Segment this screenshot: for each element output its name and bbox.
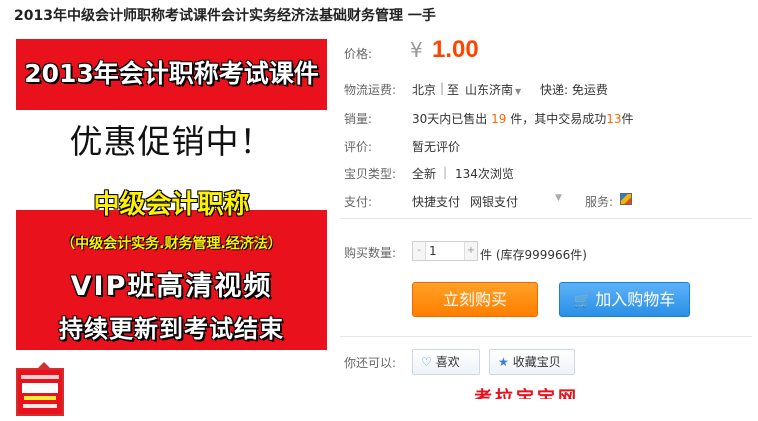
rating-label: 评价: [344, 140, 373, 154]
product-title: 2013年中级会计师职称考试课件会计实务经济法基础财务管理 一手 [14, 8, 436, 24]
item-type-divider: | [443, 165, 448, 179]
service-badge-icon[interactable] [620, 193, 632, 205]
favorite-label: 收藏宝贝 [512, 355, 561, 369]
image-line-4: 持续更新到考试结束 [59, 315, 284, 343]
image-line-1: 中级会计职称 [93, 190, 250, 220]
price-label: 价格: [344, 47, 373, 61]
success-count: 13 [606, 112, 622, 126]
heart-icon: ♡ [421, 355, 432, 369]
sold-count: 19 [491, 112, 507, 126]
quantity-input[interactable] [427, 243, 467, 259]
view-count: 134次浏览 [455, 167, 514, 181]
service-label: 服务: [585, 195, 614, 209]
payment-label: 支付: [344, 195, 373, 209]
payment-arrow-icon[interactable]: ▼ [555, 193, 562, 203]
add-to-cart-label: 加入购物车 [595, 290, 676, 309]
sales-label: 销量: [344, 112, 373, 126]
social-label: 你还可以: [344, 356, 397, 370]
image-banner-text: 2013年会计职称考试课件 [22, 45, 321, 103]
ship-sep-text: 至 [447, 83, 460, 97]
item-condition: 全新 [412, 167, 437, 181]
star-icon: ★ [498, 355, 509, 369]
image-line-3: VIP班高清视频 [70, 271, 273, 302]
quantity-stepper[interactable]: - + [412, 241, 478, 261]
payment-method-quick: 快捷支付 [412, 195, 461, 209]
ship-to-value: 山东济南 [465, 83, 514, 97]
payment-method-bank: 网银支付 [470, 195, 519, 209]
ship-from: 北京 [412, 83, 437, 97]
ship-separator: | [440, 81, 445, 95]
shopping-cart-icon: 🛒 [573, 293, 592, 309]
sales-text: 30天内已售出 19 件，其中交易成功13件 [412, 112, 634, 126]
stock-info: 件 (库存999966件) [480, 248, 587, 262]
shipping-label: 物流运费: [344, 83, 397, 97]
price-value: 1.00 [432, 36, 479, 63]
main-product-image[interactable]: 2013年会计职称考试课件 优惠促销中！ 中级会计职称 （中级会计实务.财务管理… [16, 39, 327, 350]
quantity-label: 购买数量: [344, 246, 397, 260]
product-thumbnail[interactable] [16, 368, 64, 416]
item-type-label: 宝贝类型: [344, 167, 397, 181]
shipping-fee: 快递: 免运费 [540, 83, 608, 97]
add-to-cart-button[interactable]: 🛒 加入购物车 [559, 282, 690, 317]
ship-to-dropdown[interactable]: 山东济南 ▼ [465, 81, 521, 98]
favorite-button[interactable]: ★ 收藏宝贝 [489, 349, 575, 375]
quantity-decrease-button[interactable]: - [413, 242, 426, 260]
buy-now-button[interactable]: 立刻购买 [412, 282, 538, 317]
currency-symbol: ¥ [410, 38, 423, 62]
divider-top [340, 218, 752, 219]
like-button[interactable]: ♡ 喜欢 [412, 349, 480, 375]
image-promo-text: 优惠促销中！ [69, 122, 274, 161]
cut-off-promo-text: 考拉宝宝网 [474, 388, 579, 399]
rating-value: 暂无评价 [412, 140, 461, 154]
divider-bottom [340, 336, 752, 337]
quantity-increase-button[interactable]: + [464, 242, 477, 260]
like-label: 喜欢 [435, 355, 460, 369]
chevron-down-icon: ▼ [515, 87, 522, 96]
image-line-2: （中级会计实务.财务管理.经济法） [61, 236, 282, 252]
